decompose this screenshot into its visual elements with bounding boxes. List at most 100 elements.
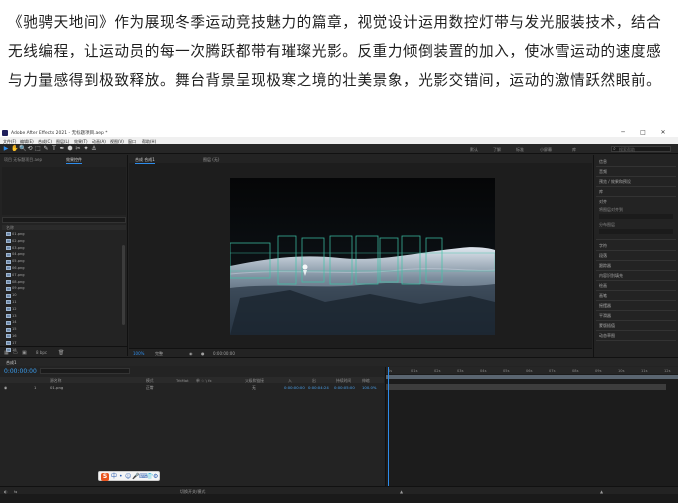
emoji-icon[interactable]: ☺ [125,473,131,481]
panel-audio[interactable]: 音频 [599,169,607,175]
ime-toolbar[interactable]: S 中 • ☺ 🎤 ⌨ 👕 ⚙ [98,471,160,481]
list-item[interactable]: 01.png [2,231,120,238]
maximize-button[interactable]: □ [634,128,652,137]
panel-info[interactable]: 信息 [599,159,607,165]
panel-paint[interactable]: 绘画 [599,283,607,289]
time-ruler[interactable]: 0s 01s 02s 03s 04s 05s 06s 07s 08s 09s 1… [386,367,678,374]
timeline-search-input[interactable] [40,368,130,374]
table-row[interactable]: ◉ 1 01.png 正常 无 0:00:00:00 0:00:04:24 0:… [0,384,384,390]
composition-canvas[interactable] [230,178,495,335]
col-out[interactable]: 出 [312,378,316,384]
tab-layer[interactable]: 图层 (无) [203,157,219,163]
selection-tool-icon[interactable]: ▶ [3,146,9,152]
list-item[interactable]: 07.png [2,272,120,279]
col-duration[interactable]: 持续时间 [336,378,351,384]
panel-preview[interactable]: 预览 / 效果和预设 [599,179,631,185]
panel-character[interactable]: 字符 [599,243,607,249]
close-button[interactable]: ✕ [654,128,672,137]
viewer-timecode[interactable]: 0:00:00:00 [213,351,235,356]
layer-parent[interactable]: 无 [252,385,256,391]
zoom-tool-icon[interactable]: 🔍 [19,146,26,152]
panel-library[interactable]: 库 [599,189,603,195]
col-trkmat[interactable]: TrkMat [176,378,189,383]
timeline-graph[interactable]: 0s 01s 02s 03s 04s 05s 06s 07s 08s 09s 1… [385,367,678,495]
list-item[interactable]: 13 [2,313,120,320]
settings-icon[interactable]: ⚙ [153,473,158,481]
new-composition-icon[interactable]: ▣ [22,350,27,356]
resolution-select[interactable]: 完整 [155,351,163,357]
tab-composition[interactable]: 合成 合成1 [135,157,155,164]
eye-icon[interactable]: ◉ [4,385,7,390]
anchor-tool-icon[interactable]: ⚓ [91,146,97,152]
color-icon[interactable]: ● [201,351,205,356]
panel-align[interactable]: 对齐 [599,199,607,205]
list-item[interactable]: 14 [2,319,120,326]
workspace-small-screen[interactable]: 小屏幕 [540,147,552,153]
panel-content-aware-fill[interactable]: 内容识别填充 [599,273,623,279]
camera-icon[interactable]: ◉ [189,351,193,356]
zoom-level[interactable]: 100% [133,351,144,356]
col-parent[interactable]: 父级和链接 [245,378,264,384]
bit-depth-label[interactable]: 8 bpc [36,350,47,355]
col-switches[interactable]: 单 ☆ \ fx [196,378,212,384]
col-source-name[interactable]: 源名称 [50,378,61,384]
tab-timeline-comp[interactable]: 合成1 [6,360,17,366]
rectangle-tool-icon[interactable]: ⬚ [35,146,41,152]
list-item[interactable]: 16 [2,333,120,340]
list-item[interactable]: 06.png [2,265,120,272]
layer-out[interactable]: 0:00:04:24 [308,385,329,390]
layer-in[interactable]: 0:00:00:00 [284,385,305,390]
shape-tool-icon[interactable]: ⬢ [67,146,73,152]
list-item[interactable]: 11 [2,299,120,306]
trash-icon[interactable]: 🗑 [58,350,64,356]
col-stretch[interactable]: 伸缩 [362,378,370,384]
scissors-tool-icon[interactable]: ✂ [75,146,81,152]
language-toggle-icon[interactable]: 中 [111,473,117,481]
panel-brushes[interactable]: 画笔 [599,293,607,299]
hand-tool-icon[interactable]: ✋ [11,146,18,152]
list-item[interactable]: 04.png [2,251,120,258]
workspace-standard[interactable]: 标准 [516,147,524,153]
workspace-default[interactable]: 默认 [470,147,478,153]
interpret-footage-icon[interactable]: ▦ [4,350,9,356]
list-item[interactable]: 05.png [2,258,120,265]
pen-tool-icon[interactable]: ✒ [59,146,65,152]
workspace-learn[interactable]: 了解 [493,147,501,153]
list-item[interactable]: 15 [2,326,120,333]
project-list-header[interactable]: 名称 [2,225,126,230]
text-tool-icon[interactable]: T [51,146,57,152]
tab-effect-controls[interactable]: 效果控件 [66,157,82,164]
align-icons-row[interactable] [599,214,673,219]
list-item[interactable]: 03.png [2,245,120,252]
timeline-timecode[interactable]: 0:00:00:00 [4,368,37,375]
workspace-library[interactable]: 库 [572,147,576,153]
new-folder-icon[interactable]: ▭ [13,350,18,356]
brush-tool-icon[interactable]: ✎ [43,146,49,152]
project-search-input[interactable] [2,217,126,223]
list-item[interactable]: 10 [2,292,120,299]
layer-mode[interactable]: 正常 [146,385,154,391]
list-item[interactable]: 12 [2,306,120,313]
panel-motion-sketch[interactable]: 动态草图 [599,333,615,339]
layer-duration-bar[interactable] [386,384,666,390]
tab-project[interactable]: 项目 无标题项目.aep [4,157,42,163]
layer-name[interactable]: 01.png [50,385,63,390]
panel-smoother[interactable]: 平滑器 [599,313,611,319]
list-item[interactable]: 09.png [2,285,120,292]
col-mode[interactable]: 模式 [146,378,154,384]
punctuation-icon[interactable]: • [119,473,123,481]
col-in[interactable]: 入 [288,378,292,384]
panel-mask-interpolation[interactable]: 蒙版插值 [599,323,615,329]
list-item[interactable]: 08.png [2,279,120,286]
puppet-tool-icon[interactable]: ✦ [83,146,89,152]
panel-wiggler[interactable]: 摇摆器 [599,303,611,309]
distribute-icons-row[interactable] [599,229,673,234]
layer-duration[interactable]: 0:00:05:00 [334,385,355,390]
rotate-tool-icon[interactable]: ⟲ [27,146,33,152]
layer-stretch[interactable]: 100.0% [362,385,376,390]
project-scrollbar[interactable] [122,245,125,325]
panel-tracker[interactable]: 跟踪器 [599,263,611,269]
work-area-bar[interactable] [386,375,678,379]
current-time-indicator[interactable] [388,367,389,495]
list-item[interactable]: 02.png [2,238,120,245]
